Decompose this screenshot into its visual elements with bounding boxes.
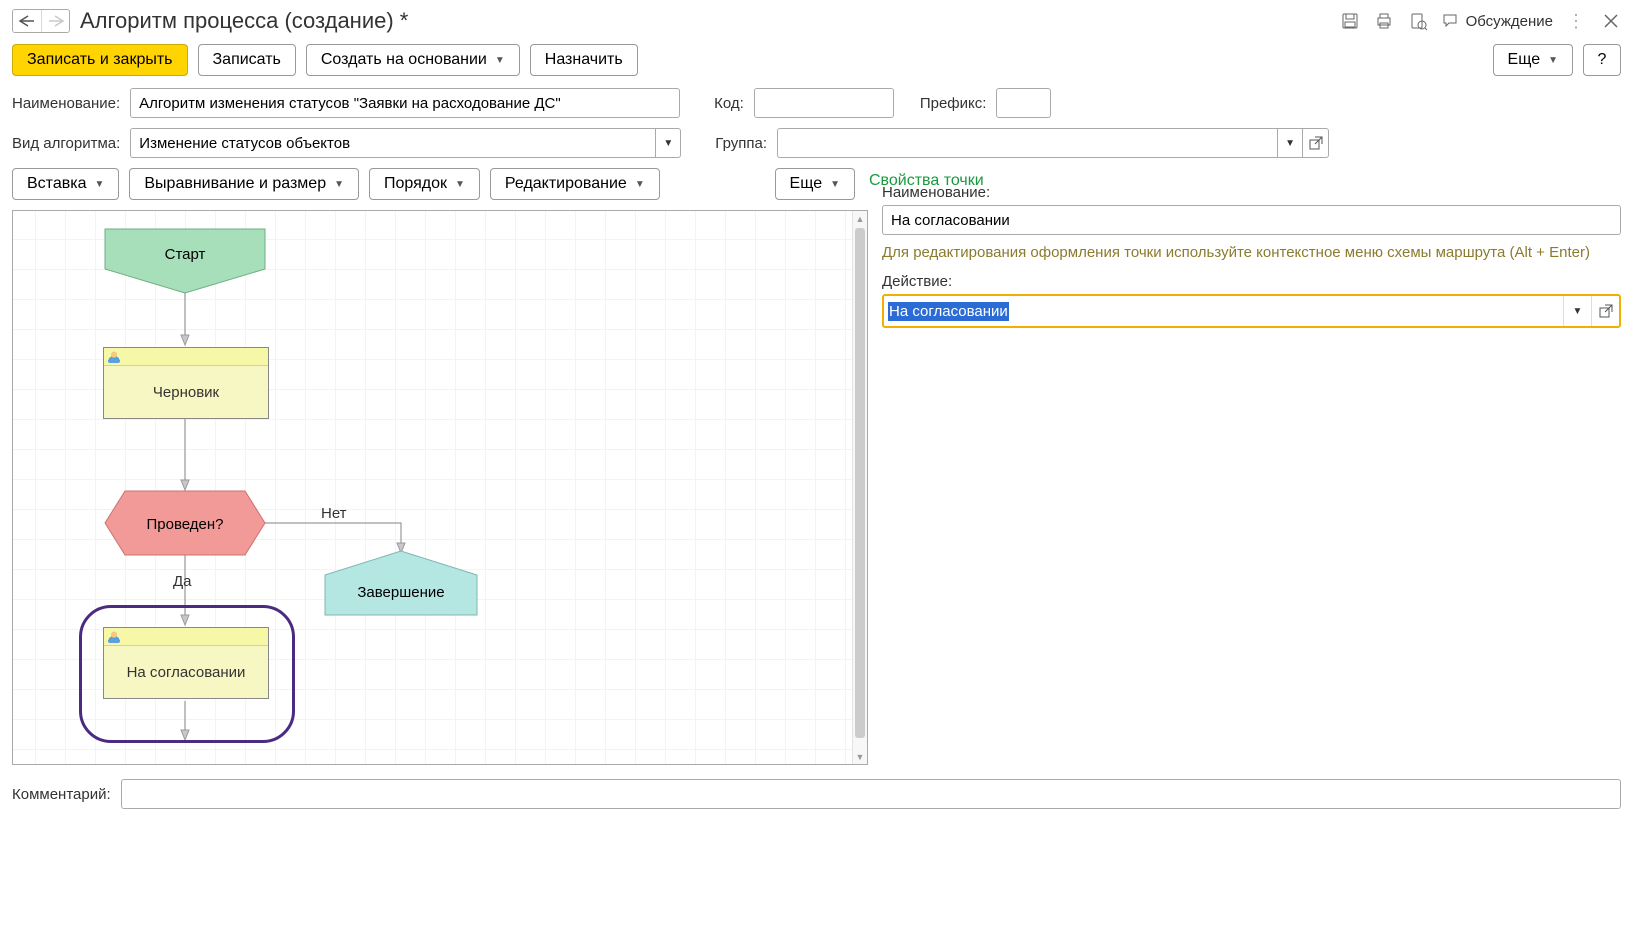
chevron-down-icon: ▼ bbox=[455, 179, 465, 190]
edit-label: Редактирование bbox=[505, 175, 627, 193]
node-draft-label: Черновик bbox=[104, 366, 268, 418]
edit-button[interactable]: Редактирование ▼ bbox=[490, 168, 660, 200]
prefix-label: Префикс: bbox=[920, 95, 987, 112]
order-label: Порядок bbox=[384, 175, 447, 193]
node-approval[interactable]: На согласовании bbox=[103, 627, 269, 699]
chat-icon bbox=[1442, 12, 1460, 30]
prop-action-field[interactable]: На согласовании ▼ bbox=[882, 294, 1621, 328]
prop-action-dropdown[interactable]: ▼ bbox=[1563, 296, 1591, 326]
save-icon[interactable] bbox=[1340, 11, 1360, 31]
group-label: Группа: bbox=[715, 135, 767, 152]
create-based-button[interactable]: Создать на основании ▼ bbox=[306, 44, 520, 76]
insert-label: Вставка bbox=[27, 175, 86, 193]
node-approval-label: На согласовании bbox=[104, 646, 268, 698]
group-input[interactable] bbox=[777, 128, 1277, 158]
nav-forward-button[interactable] bbox=[41, 10, 69, 32]
nav-back-button[interactable] bbox=[13, 10, 41, 32]
help-button[interactable]: ? bbox=[1583, 44, 1621, 76]
report-icon[interactable] bbox=[1408, 11, 1428, 31]
edge-yes-label: Да bbox=[173, 573, 192, 590]
chevron-down-icon: ▼ bbox=[635, 179, 645, 190]
person-icon bbox=[108, 631, 120, 643]
discuss-link[interactable]: Обсуждение bbox=[1442, 12, 1553, 30]
nav-buttons bbox=[12, 9, 70, 33]
kebab-icon[interactable]: ⋮ bbox=[1567, 11, 1587, 31]
properties-panel: Наименование: Для редактирования оформле… bbox=[882, 210, 1621, 765]
align-button[interactable]: Выравнивание и размер ▼ bbox=[129, 168, 359, 200]
diagram-canvas[interactable]: Старт Черновик Проведен? Да Нет На согла… bbox=[12, 210, 868, 765]
node-decision[interactable]: Проведен? bbox=[105, 491, 265, 555]
group-dropdown-button[interactable]: ▼ bbox=[1277, 128, 1303, 158]
arrow-left-icon bbox=[20, 16, 34, 26]
prop-action-open[interactable] bbox=[1591, 296, 1619, 326]
open-external-icon bbox=[1309, 136, 1323, 150]
save-button[interactable]: Записать bbox=[198, 44, 296, 76]
arrow-right-icon bbox=[49, 16, 63, 26]
align-label: Выравнивание и размер bbox=[144, 175, 326, 193]
create-based-label: Создать на основании bbox=[321, 51, 487, 69]
prop-hint: Для редактирования оформления точки испо… bbox=[882, 243, 1621, 263]
name-input[interactable] bbox=[130, 88, 680, 118]
editor-more-button[interactable]: Еще ▼ bbox=[775, 168, 855, 200]
print-icon[interactable] bbox=[1374, 11, 1394, 31]
more-label: Еще bbox=[1508, 51, 1541, 69]
node-end-label: Завершение bbox=[357, 584, 444, 601]
prop-action-value: На согласовании bbox=[888, 302, 1009, 321]
type-dropdown-button[interactable]: ▼ bbox=[655, 128, 681, 158]
prefix-input[interactable] bbox=[996, 88, 1051, 118]
code-label: Код: bbox=[714, 95, 744, 112]
code-input[interactable] bbox=[754, 88, 894, 118]
prop-name-label: Наименование: bbox=[882, 184, 1621, 201]
type-label: Вид алгоритма: bbox=[12, 135, 120, 152]
chevron-down-icon: ▼ bbox=[94, 179, 104, 190]
discuss-label: Обсуждение bbox=[1466, 13, 1553, 30]
type-input[interactable] bbox=[130, 128, 655, 158]
prop-name-input[interactable] bbox=[882, 205, 1621, 235]
page-title: Алгоритм процесса (создание) * bbox=[80, 8, 1330, 34]
person-icon bbox=[108, 351, 120, 363]
node-start-label: Старт bbox=[165, 246, 206, 263]
scroll-down-icon[interactable]: ▼ bbox=[853, 749, 867, 764]
save-close-button[interactable]: Записать и закрыть bbox=[12, 44, 188, 76]
close-icon[interactable] bbox=[1601, 11, 1621, 31]
node-end[interactable]: Завершение bbox=[325, 551, 477, 615]
scroll-up-icon[interactable]: ▲ bbox=[853, 211, 867, 226]
insert-button[interactable]: Вставка ▼ bbox=[12, 168, 119, 200]
chevron-down-icon: ▼ bbox=[334, 179, 344, 190]
chevron-down-icon: ▼ bbox=[1548, 55, 1558, 66]
node-start[interactable]: Старт bbox=[105, 229, 265, 295]
group-open-button[interactable] bbox=[1303, 128, 1329, 158]
name-label: Наименование: bbox=[12, 95, 120, 112]
prop-action-label: Действие: bbox=[882, 273, 1621, 290]
chevron-down-icon: ▼ bbox=[830, 179, 840, 190]
chevron-down-icon: ▼ bbox=[495, 55, 505, 66]
node-decision-label: Проведен? bbox=[147, 516, 224, 533]
comment-label: Комментарий: bbox=[12, 786, 111, 803]
node-draft[interactable]: Черновик bbox=[103, 347, 269, 419]
edge-no-label: Нет bbox=[321, 505, 347, 522]
scroll-thumb[interactable] bbox=[855, 228, 865, 738]
assign-button[interactable]: Назначить bbox=[530, 44, 638, 76]
canvas-scrollbar[interactable]: ▲ ▼ bbox=[852, 211, 867, 764]
open-external-icon bbox=[1599, 304, 1613, 318]
order-button[interactable]: Порядок ▼ bbox=[369, 168, 480, 200]
more-button[interactable]: Еще ▼ bbox=[1493, 44, 1573, 76]
comment-input[interactable] bbox=[121, 779, 1621, 809]
header-actions: Обсуждение ⋮ bbox=[1340, 11, 1621, 31]
editor-more-label: Еще bbox=[790, 175, 823, 193]
